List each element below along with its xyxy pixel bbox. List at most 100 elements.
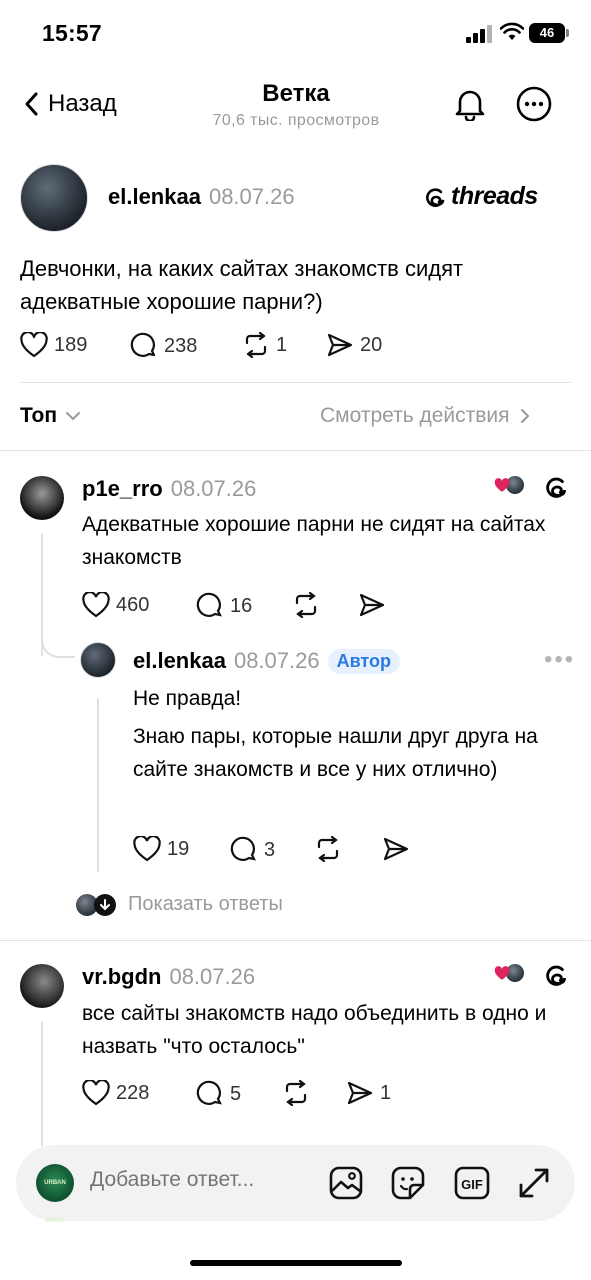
post-date: 08.07.26	[208, 184, 295, 209]
comment-count: 238	[164, 334, 198, 357]
threads-logo: threads	[424, 182, 538, 211]
heart-filled-icon	[494, 477, 510, 492]
battery-tip	[566, 29, 569, 37]
status-time: 15:57	[42, 20, 102, 46]
liked-by-author	[494, 474, 526, 496]
comment-button[interactable]: 16	[196, 592, 252, 620]
divider	[0, 940, 591, 941]
threads-icon[interactable]	[544, 474, 570, 505]
expand-icon	[519, 1168, 549, 1198]
thread-line	[97, 698, 99, 872]
repost-icon	[295, 592, 317, 618]
comment-icon	[196, 592, 222, 617]
reply-text: Адекватные хорошие парни не сидят на сай…	[82, 513, 546, 569]
comment-icon	[130, 332, 156, 357]
send-icon	[359, 593, 385, 617]
sort-label: Топ	[20, 404, 58, 427]
reply-username[interactable]: vr.bgdn	[82, 964, 161, 990]
thread-connector	[41, 636, 75, 658]
divider	[0, 450, 591, 451]
send-icon	[383, 837, 409, 861]
more-circle-icon	[516, 86, 552, 122]
like-button[interactable]: 228	[82, 1080, 149, 1106]
avatar[interactable]	[20, 476, 64, 520]
share-count: 20	[360, 333, 383, 356]
avatar[interactable]	[80, 642, 116, 678]
reply-date: 08.07.26	[169, 964, 256, 989]
thread-line	[41, 1022, 43, 1146]
share-button[interactable]	[382, 836, 410, 862]
sticker-button[interactable]	[388, 1163, 428, 1203]
divider	[20, 382, 571, 383]
send-icon	[347, 1081, 373, 1105]
repost-button[interactable]	[314, 836, 342, 862]
repost-icon	[245, 332, 267, 358]
battery-icon: 46	[529, 23, 565, 43]
show-replies-button[interactable]: Показать ответы	[76, 893, 283, 916]
share-button[interactable]: 20	[326, 332, 382, 358]
heart-icon	[82, 1080, 110, 1106]
expand-button[interactable]	[514, 1163, 554, 1203]
image-icon	[329, 1166, 363, 1200]
threads-icon	[426, 187, 445, 207]
image-button[interactable]	[326, 1163, 366, 1203]
chevron-down-icon	[66, 412, 81, 421]
back-button[interactable]: Назад	[22, 86, 117, 122]
reply-text: все сайты знакомств надо объединить в од…	[82, 1002, 547, 1058]
send-icon	[327, 333, 353, 357]
threads-icon[interactable]	[544, 962, 570, 993]
bell-icon	[455, 90, 485, 121]
comment-button[interactable]: 3	[230, 836, 275, 864]
post-username[interactable]: el.lenkaa	[108, 184, 201, 210]
share-button[interactable]	[358, 592, 386, 618]
share-count: 1	[380, 1081, 392, 1104]
view-actions-link[interactable]: Смотреть действия	[320, 404, 530, 428]
nested-text-line2: Знаю пары, которые нашли друг друга на с…	[133, 725, 538, 781]
comment-button[interactable]: 238	[130, 332, 197, 360]
liked-by-author	[494, 962, 526, 984]
like-button[interactable]: 189	[20, 332, 87, 358]
like-count: 189	[54, 333, 88, 356]
comment-icon	[196, 1080, 222, 1105]
page-title: Ветка	[262, 80, 330, 107]
more-options-button[interactable]	[514, 84, 554, 124]
avatar: URBAN SPACE	[36, 1164, 74, 1224]
reply-date: 08.07.26	[170, 476, 257, 501]
avatar[interactable]	[20, 164, 88, 232]
like-button[interactable]: 19	[133, 836, 189, 862]
home-indicator	[190, 1260, 402, 1266]
more-options-icon[interactable]: •••	[544, 646, 575, 674]
comment-count: 16	[230, 594, 253, 617]
view-actions-label: Смотреть действия	[320, 404, 510, 427]
repost-button[interactable]	[292, 592, 320, 618]
share-button[interactable]: 1	[346, 1080, 391, 1106]
chevron-left-icon	[25, 92, 38, 116]
arrow-down-icon	[94, 893, 116, 916]
comment-button[interactable]: 5	[196, 1080, 241, 1108]
author-badge: Автор	[327, 648, 400, 674]
gif-button[interactable]: GIF	[452, 1163, 492, 1203]
like-button[interactable]: 460	[82, 592, 149, 618]
svg-text:GIF: GIF	[461, 1177, 483, 1192]
nested-text-line1: Не правда!	[133, 687, 242, 710]
like-count: 460	[116, 593, 150, 616]
chevron-right-icon	[520, 409, 529, 423]
reply-username[interactable]: p1e_rro	[82, 476, 163, 502]
sort-dropdown[interactable]: Топ	[20, 404, 81, 428]
notifications-button[interactable]	[450, 84, 490, 124]
heart-icon	[20, 332, 48, 358]
repost-count: 1	[276, 333, 288, 356]
comment-count: 3	[264, 838, 276, 861]
repost-button[interactable]: 1	[242, 332, 287, 358]
threads-wordmark: threads	[451, 182, 538, 210]
avatar[interactable]	[20, 964, 64, 1008]
reply-date: 08.07.26	[233, 648, 320, 673]
sticker-icon	[391, 1166, 425, 1200]
reply-input[interactable]	[90, 1168, 310, 1192]
reply-username[interactable]: el.lenkaa	[133, 648, 226, 674]
show-replies-label: Показать ответы	[128, 893, 283, 915]
comment-icon	[230, 836, 256, 861]
heart-filled-icon	[494, 965, 510, 980]
views-count: 70,6 тыс. просмотров	[212, 112, 380, 129]
repost-button[interactable]	[282, 1080, 310, 1106]
